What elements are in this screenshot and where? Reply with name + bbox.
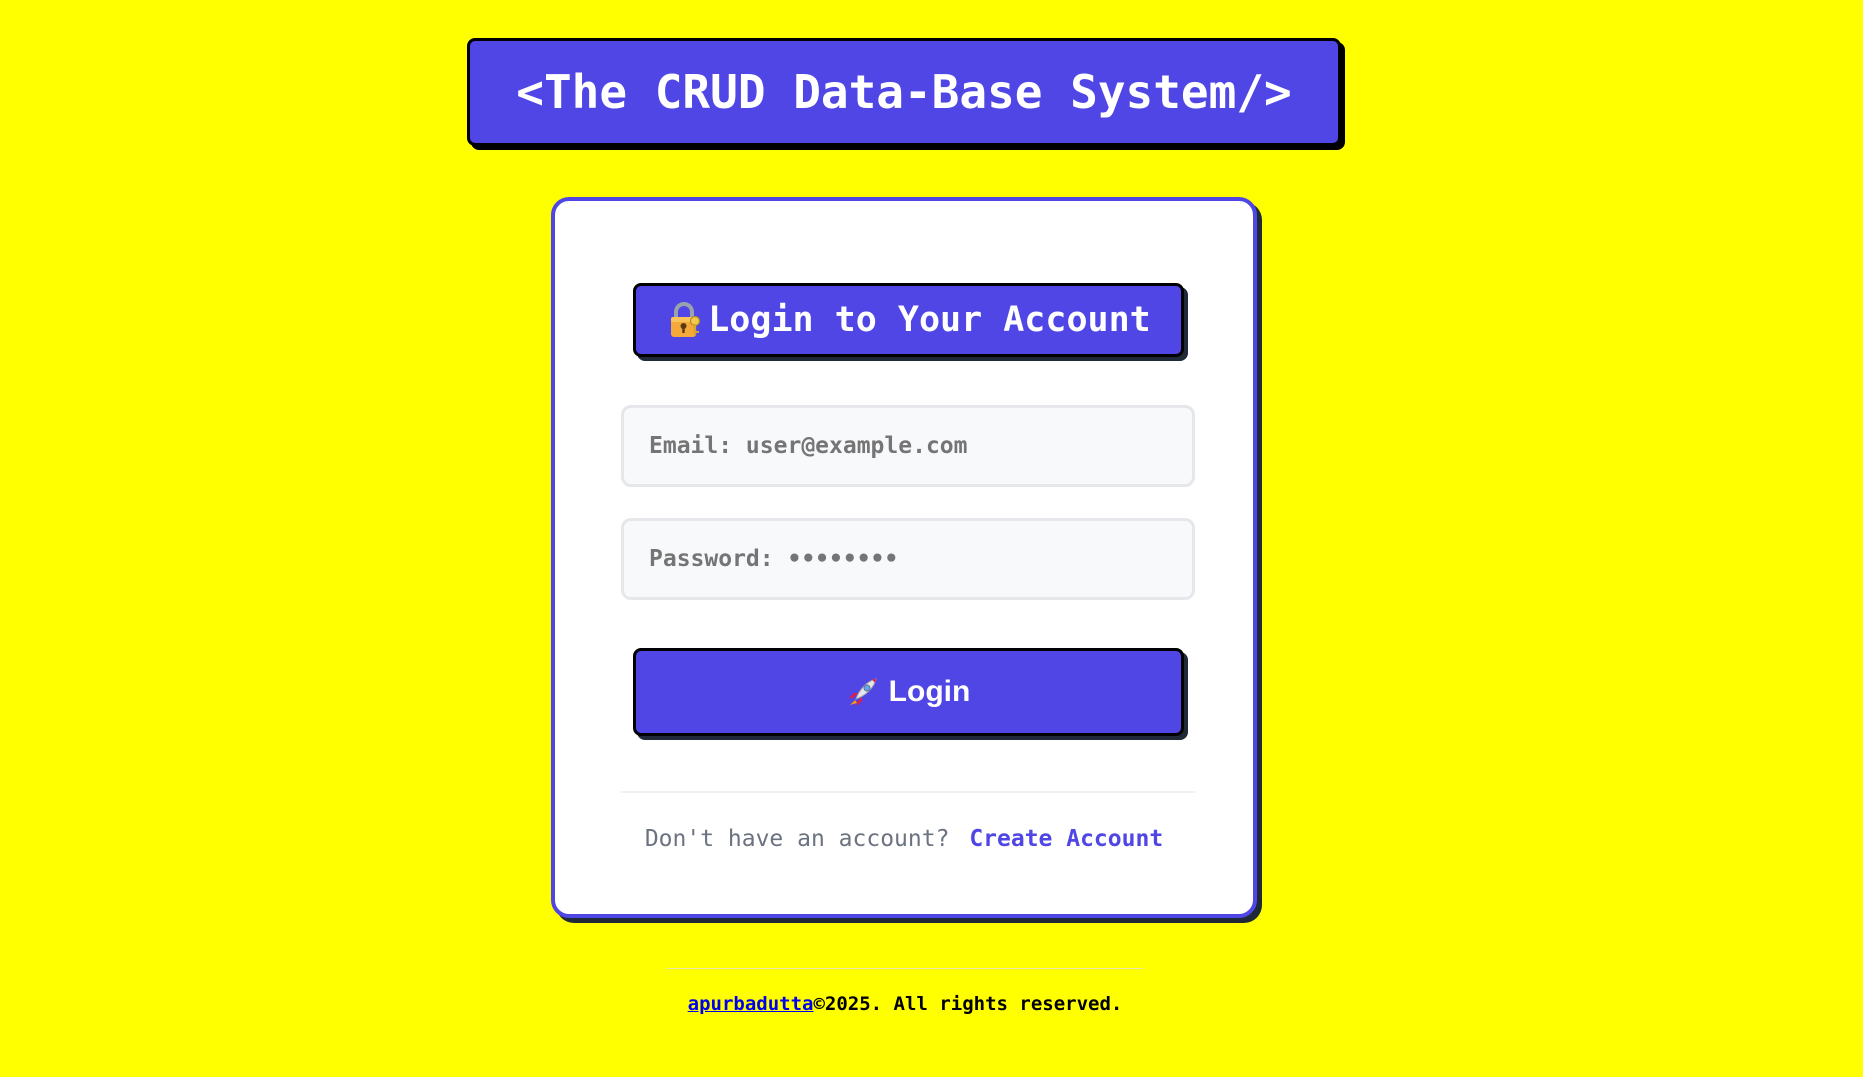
email-input[interactable] [621, 405, 1195, 487]
footer-divider [667, 968, 1143, 969]
app-header: <The CRUD Data-Base System/> [467, 38, 1341, 146]
rocket-icon [847, 676, 879, 708]
copyright-text: ©2025. All rights reserved. [813, 993, 1123, 1015]
app-title: <The CRUD Data-Base System/> [516, 65, 1292, 119]
signup-row: Don't have an account? Create Account [555, 826, 1253, 852]
signup-prompt: Don't have an account? [644, 826, 950, 852]
login-button-label: Login [888, 675, 971, 708]
login-button[interactable]: Login [633, 648, 1184, 736]
login-card: Login to Your Account Login Don't have a… [551, 197, 1257, 918]
login-title: Login to Your Account [708, 300, 1151, 340]
create-account-link[interactable]: Create Account [969, 826, 1163, 852]
password-input[interactable] [621, 518, 1195, 600]
lock-with-key-icon [666, 301, 704, 339]
footer: apurbadutta©2025. All rights reserved. [0, 993, 1810, 1015]
author-link[interactable]: apurbadutta [688, 993, 814, 1015]
login-title-banner: Login to Your Account [633, 283, 1184, 357]
card-divider [621, 791, 1195, 793]
